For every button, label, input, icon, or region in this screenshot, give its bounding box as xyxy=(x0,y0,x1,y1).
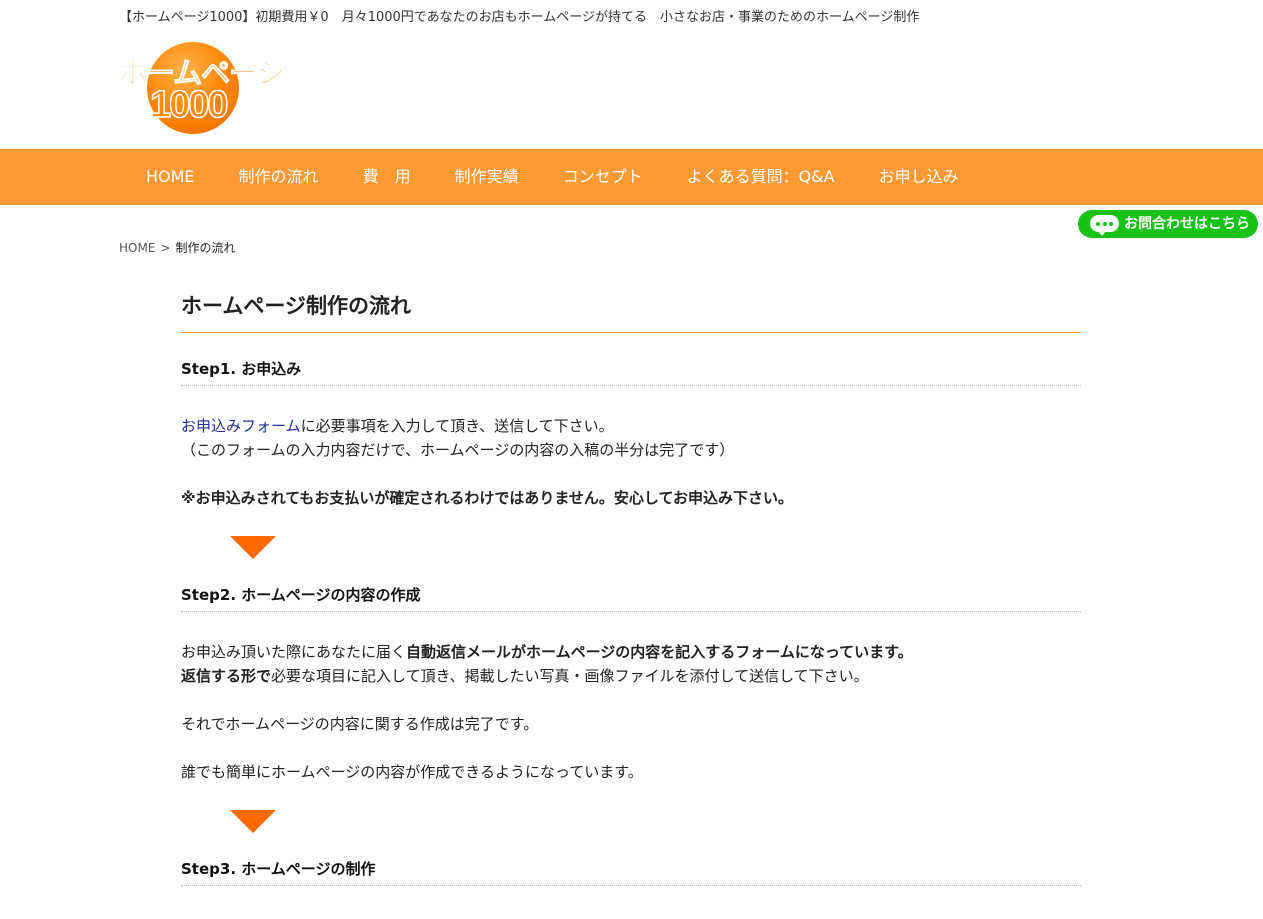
site-tagline: 【ホームページ1000】初期費用￥0 月々1000円であなたのお店もホームページ… xyxy=(119,10,920,25)
page-title: ホームページ制作の流れ xyxy=(181,290,1081,333)
nav-item-flow[interactable]: 制作の流れ xyxy=(217,149,341,205)
step2-text-line2-plain: 必要な項目に記入して頂き、掲載したい写真・画像ファイルを添付して送信して下さい。 xyxy=(271,667,869,685)
step2-text-line2: 返信する形で必要な項目に記入して頂き、掲載したい写真・画像ファイルを添付して送信… xyxy=(181,664,869,688)
step2-title: Step2. ホームページの内容の作成 xyxy=(181,578,1081,612)
breadcrumb-current: 制作の流れ xyxy=(175,241,236,255)
step1-text-line1: お申込みフォームに必要事項を入力して頂き、送信して下さい。 xyxy=(181,414,614,438)
step1-note: ※お申込みされてもお支払いが確定されるわけではありません。安心してお申込み下さい… xyxy=(181,489,794,507)
chat-bubble-icon xyxy=(1090,215,1119,236)
step1-title: Step1. お申込み xyxy=(181,352,1081,386)
breadcrumb-separator: > xyxy=(160,241,171,255)
step2-text-line1-bold: 自動返信メールがホームページの内容を記入するフォームになっています。 xyxy=(406,643,913,661)
nav-item-cost[interactable]: 費 用 xyxy=(341,149,433,205)
logo-text-line2: 1000 xyxy=(149,83,229,127)
step2-text-line1-plain: お申込み頂いた際にあなたに届く xyxy=(181,643,407,661)
down-arrow-icon xyxy=(230,536,276,559)
nav-item-apply[interactable]: お申し込み xyxy=(857,149,981,205)
step2-text-line3: それでホームページの内容に関する作成は完了です。 xyxy=(181,715,539,733)
contact-button[interactable]: お問合わせはこちら xyxy=(1078,210,1258,238)
nav-item-works[interactable]: 制作実績 xyxy=(433,149,541,205)
step3-title: Step3. ホームページの制作 xyxy=(181,852,1081,886)
contact-button-label: お問合わせはこちら xyxy=(1124,216,1250,232)
step2-text-line4: 誰でも簡単にホームページの内容が作成できるようになっています。 xyxy=(181,763,643,781)
site-logo[interactable]: ホームページ 1000 xyxy=(116,40,286,140)
main-nav: HOME 制作の流れ 費 用 制作実績 コンセプト よくある質問：Q&A お申し… xyxy=(0,149,1263,205)
step2-text-line2-bold: 返信する形で xyxy=(181,667,272,685)
application-form-link[interactable]: お申込みフォーム xyxy=(181,417,301,435)
down-arrow-icon xyxy=(230,810,276,833)
step1-text-line2: （このフォームの入力内容だけで、ホームページの内容の入稿の半分は完了です） xyxy=(181,441,735,459)
step1-text-line1-rest: に必要事項を入力して頂き、送信して下さい。 xyxy=(300,417,614,435)
step2-text-line1: お申込み頂いた際にあなたに届く自動返信メールがホームページの内容を記入するフォー… xyxy=(181,640,913,664)
main-content: ホームページ制作の流れ Step1. お申込み お申込みフォームに必要事項を入力… xyxy=(181,290,1081,886)
breadcrumb-home-link[interactable]: HOME xyxy=(119,241,155,255)
breadcrumb: HOME > 制作の流れ xyxy=(119,239,235,256)
nav-item-concept[interactable]: コンセプト xyxy=(541,149,665,205)
nav-item-faq[interactable]: よくある質問：Q&A xyxy=(665,149,857,205)
nav-item-home[interactable]: HOME xyxy=(124,149,217,205)
